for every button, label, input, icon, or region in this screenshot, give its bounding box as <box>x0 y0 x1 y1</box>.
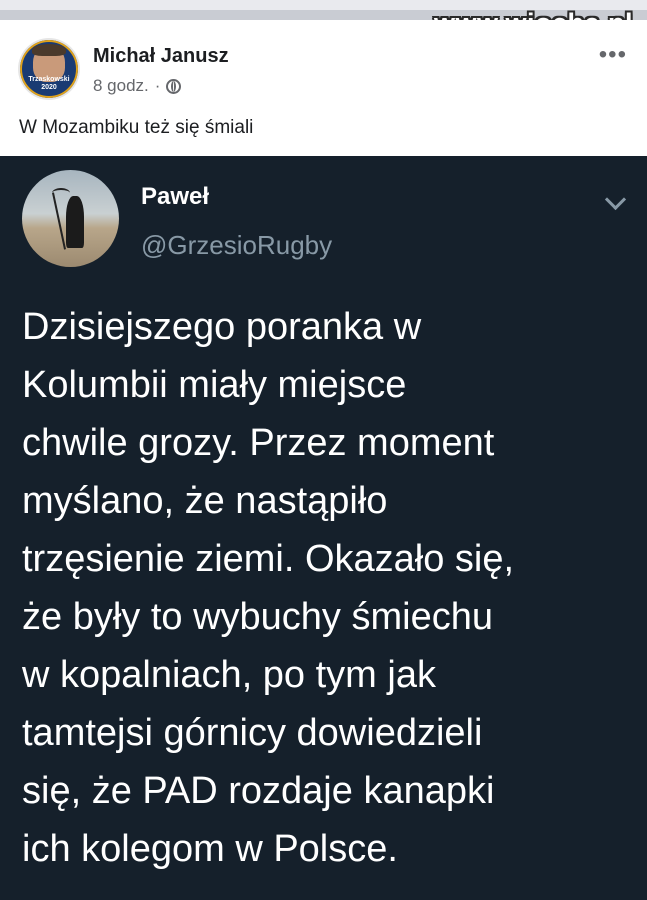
author-avatar[interactable]: Trzaskowski 2020 <box>20 40 78 98</box>
post-text: W Mozambiku też się śmiali <box>19 117 254 138</box>
reaper-figure <box>66 196 84 248</box>
tweet-avatar <box>22 170 119 267</box>
meta-separator: · <box>154 76 161 95</box>
scythe-handle <box>51 192 67 250</box>
avatar-badge: Trzaskowski 2020 <box>28 76 70 91</box>
post-time[interactable]: 8 godz. <box>93 76 149 96</box>
post-meta: 8 godz. · <box>93 76 182 96</box>
globe-icon[interactable] <box>166 78 182 94</box>
facebook-post: Trzaskowski 2020 Michał Janusz 8 godz. ·… <box>0 20 647 156</box>
tweet-text: Dzisiejszego poranka w Kolumbii miały mi… <box>22 306 515 870</box>
tweet-screenshot: Paweł @GrzesioRugby Dzisiejszego poranka… <box>0 156 647 900</box>
chevron-down-icon <box>604 188 627 211</box>
post-author-name[interactable]: Michał Janusz <box>93 45 229 68</box>
tweet-author-name: Paweł <box>141 183 210 210</box>
more-icon[interactable]: ••• <box>599 43 627 67</box>
scythe-blade <box>52 188 70 198</box>
tweet-author-handle: @GrzesioRugby <box>141 230 333 260</box>
